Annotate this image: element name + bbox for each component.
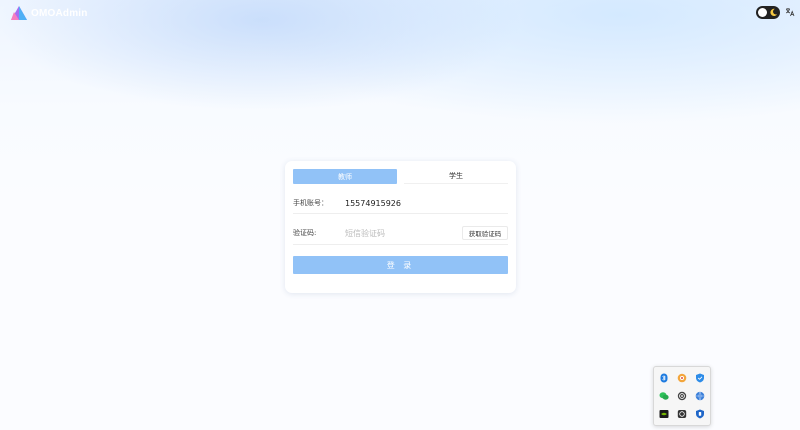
shield-check-icon[interactable] [695,373,705,383]
brand-name: OMOAdmin [31,7,88,19]
toggle-knob [758,8,767,17]
tab-student[interactable]: 学生 [404,169,508,184]
login-card: 教师 学生 手机账号： 验证码: 获取验证码 登 录 [285,161,516,293]
code-input[interactable] [345,225,445,241]
security-icon[interactable] [695,409,705,419]
login-button[interactable]: 登 录 [293,256,508,274]
phone-input[interactable] [345,195,458,211]
wechat-icon[interactable] [659,391,669,401]
logo-icon [11,6,27,20]
translate-icon[interactable] [785,7,795,17]
bluetooth-icon[interactable] [659,373,669,383]
sync-icon[interactable] [677,391,687,401]
brand[interactable]: OMOAdmin [11,6,88,20]
code-label: 验证码: [293,229,317,237]
globe-icon[interactable] [695,391,705,401]
nvidia-icon[interactable] [659,409,669,419]
code-row: 验证码: 获取验证码 [293,225,508,241]
theme-toggle[interactable] [756,6,780,19]
system-tray [653,366,711,426]
tab-teacher[interactable]: 教师 [293,169,397,184]
moon-icon [770,8,778,17]
code-underline [293,244,508,245]
phone-row: 手机账号： [293,195,508,211]
camera-icon[interactable] [677,409,687,419]
get-code-button[interactable]: 获取验证码 [462,226,508,240]
role-tabs: 教师 学生 [293,169,508,184]
phone-label: 手机账号： [293,199,328,207]
color-wheel-icon[interactable] [677,373,687,383]
phone-underline [293,213,508,214]
